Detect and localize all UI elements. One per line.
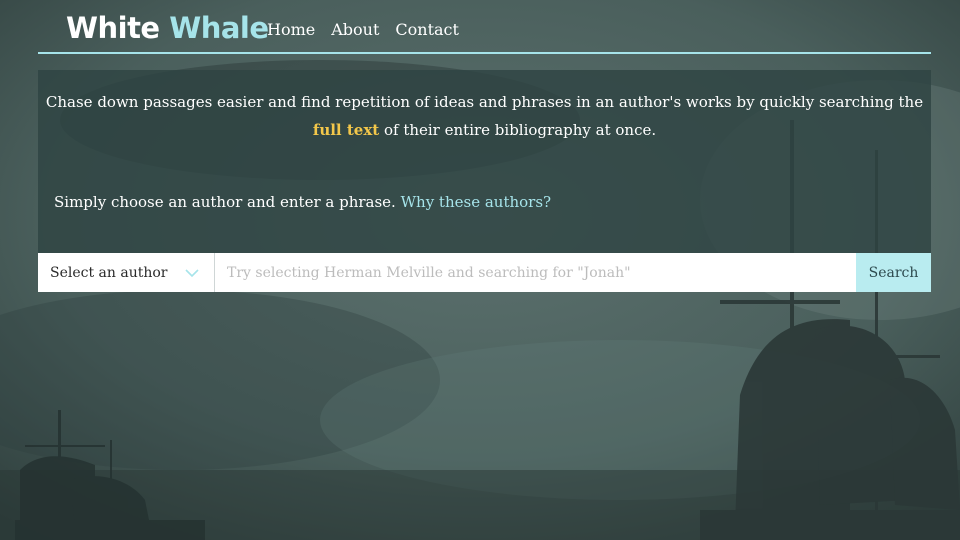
author-select[interactable]: Select an author (38, 253, 215, 292)
search-bar: Select an author Search (38, 253, 931, 292)
logo-word-whale: Whale (169, 11, 269, 45)
why-these-authors-link[interactable]: Why these authors? (401, 193, 551, 211)
nav-contact-link[interactable]: Contact (395, 19, 459, 41)
header-divider (38, 52, 931, 54)
main-nav: Home About Contact (267, 19, 459, 41)
site-logo[interactable]: White Whale (66, 10, 269, 46)
search-input[interactable] (215, 253, 856, 292)
nav-home-link[interactable]: Home (267, 19, 315, 41)
author-select-value: Select an author (50, 265, 168, 281)
instructions-line: Simply choose an author and enter a phra… (54, 189, 551, 215)
intro-panel: Chase down passages easier and find repe… (38, 70, 931, 253)
search-button[interactable]: Search (856, 253, 931, 292)
full-text-highlight: full text (312, 121, 380, 139)
intro-text: Chase down passages easier and find repe… (38, 88, 931, 144)
logo-word-white: White (66, 11, 160, 45)
nav-about-link[interactable]: About (331, 19, 379, 41)
instructions-text: Simply choose an author and enter a phra… (54, 193, 396, 211)
intro-text-end: of their entire bibliography at once. (379, 121, 657, 139)
chevron-down-icon (185, 269, 199, 278)
intro-text-start: Chase down passages easier and find repe… (45, 93, 924, 111)
